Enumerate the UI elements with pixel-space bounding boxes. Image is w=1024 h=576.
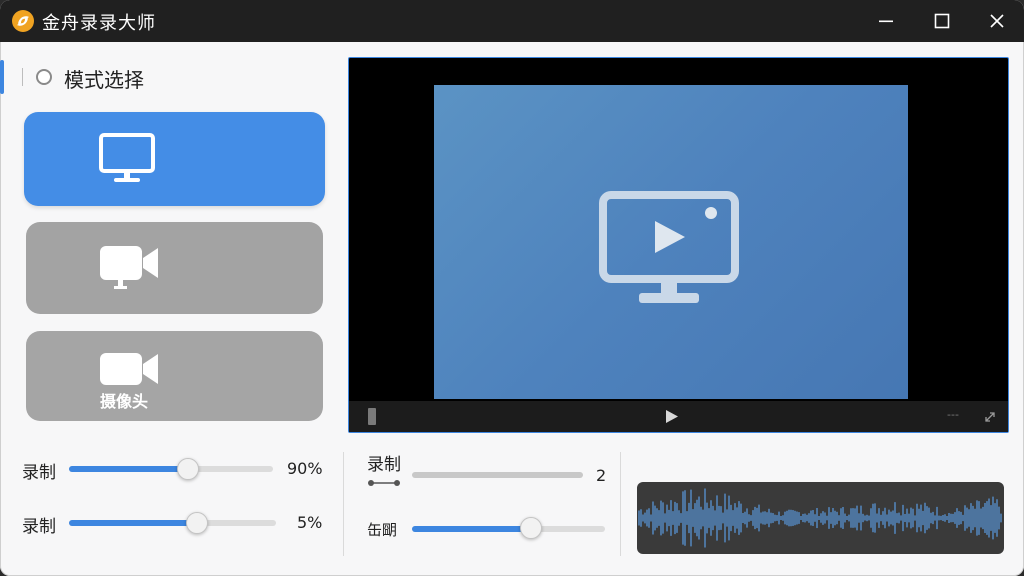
- accent-bar: [0, 60, 4, 94]
- radio-icon[interactable]: [36, 69, 52, 85]
- title-bar[interactable]: 金舟录录大师: [0, 0, 1024, 42]
- play-icon[interactable]: [665, 409, 679, 428]
- app-title: 金舟录录大师: [42, 13, 156, 34]
- time-display: ---: [947, 408, 959, 421]
- record-count-slider[interactable]: [412, 472, 583, 478]
- waveform-graphic: [638, 488, 1002, 548]
- slider-value: 90%: [287, 459, 323, 478]
- slider-row-record-1: 录制 90%: [22, 456, 332, 484]
- app-logo-icon: [12, 10, 34, 32]
- volume-slider-track[interactable]: [69, 520, 276, 526]
- close-icon: [990, 14, 1004, 28]
- record-label: 录制: [367, 455, 401, 475]
- volume-slider-fill: [69, 520, 197, 526]
- record-slider-track[interactable]: [69, 466, 273, 472]
- maximize-button[interactable]: [922, 6, 962, 36]
- app-window: 金舟录录大师 模式选择 摄像头 录制 90% 录制 5% --- 录制 2 缶朙: [0, 0, 1024, 576]
- close-button[interactable]: [977, 6, 1017, 36]
- link-icon: [367, 473, 401, 492]
- volume-slider-thumb[interactable]: [186, 512, 208, 534]
- secondary-slider-track[interactable]: [412, 526, 605, 532]
- record-count-value: 2: [596, 466, 607, 485]
- preview-screen: [434, 85, 908, 399]
- divider: [620, 452, 621, 556]
- mode-button-webcam[interactable]: 摄像头: [26, 331, 323, 421]
- minimize-button[interactable]: [866, 6, 906, 36]
- preview-controls: ---: [349, 401, 1008, 432]
- audio-waveform: [637, 482, 1004, 554]
- slider-value: 5%: [297, 513, 323, 532]
- expand-icon[interactable]: [983, 409, 997, 428]
- slider-label: 录制: [22, 463, 56, 483]
- slider-row-record-2: 录制 5%: [22, 510, 332, 538]
- record-slider-thumb[interactable]: [177, 458, 199, 480]
- preview-panel[interactable]: ---: [348, 57, 1009, 433]
- monitor-play-icon: [599, 191, 739, 313]
- mode-section-header: 模式选择: [0, 60, 330, 94]
- divider: [343, 452, 344, 556]
- mode-label-webcam: 摄像头: [100, 392, 149, 411]
- section-title: 模式选择: [64, 68, 144, 92]
- monitor-icon: [94, 132, 160, 192]
- slider-label: 录制: [22, 517, 56, 537]
- minimize-icon: [879, 20, 893, 23]
- maximize-icon: [934, 13, 950, 29]
- mode-button-camera[interactable]: [26, 222, 323, 314]
- separator: [22, 68, 23, 86]
- secondary-slider-thumb[interactable]: [520, 517, 542, 539]
- mode-button-screen[interactable]: [24, 112, 325, 206]
- stop-icon[interactable]: [368, 408, 376, 425]
- record-slider-fill: [69, 466, 188, 472]
- video-camera-icon: [96, 244, 162, 298]
- secondary-slider-label: 缶朙: [367, 521, 398, 539]
- secondary-slider-fill: [412, 526, 532, 532]
